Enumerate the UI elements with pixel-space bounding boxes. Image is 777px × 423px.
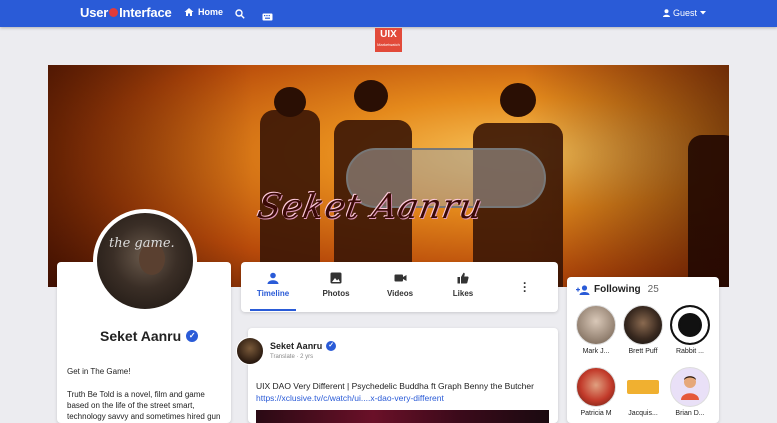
top-navbar: User Interface Home Guest — [0, 0, 777, 27]
following-item[interactable]: Rabbit ... — [669, 305, 711, 355]
tab-label: Photos — [322, 289, 350, 298]
follower-avatar — [670, 305, 710, 345]
avatar-caption: the game. — [109, 236, 175, 251]
profile-tagline: Get in The Game! — [67, 367, 131, 376]
nav-home-link[interactable]: Home — [184, 7, 223, 17]
tab-timeline[interactable]: Timeline — [241, 272, 305, 298]
more-options-icon[interactable]: · · · — [523, 277, 527, 297]
user-plus-icon — [576, 284, 590, 295]
tab-likes[interactable]: Likes — [431, 272, 495, 298]
follower-name: Brian D... — [675, 410, 705, 417]
post-meta: Translate · 2 yrs — [270, 354, 313, 360]
verified-badge-icon: ✓ — [326, 341, 337, 351]
tab-label: Videos — [386, 289, 414, 298]
follower-avatar — [576, 305, 616, 345]
follower-avatar — [623, 305, 663, 345]
person-icon — [267, 272, 279, 284]
follower-logo-icon — [627, 380, 659, 394]
post-time: 2 yrs — [300, 354, 314, 360]
logo-title: UIX — [380, 29, 397, 40]
profile-bio: Truth Be Told is a novel, film and game … — [67, 390, 221, 421]
nav-home-label: Home — [198, 7, 224, 17]
post-media-thumbnail[interactable] — [256, 410, 549, 423]
post-link[interactable]: https://xclusive.tv/c/watch/ui....x-dao-… — [256, 393, 444, 403]
video-icon — [394, 274, 406, 282]
follower-avatar — [576, 367, 616, 407]
active-tab-indicator — [250, 309, 296, 311]
follower-name: Patricia M — [580, 410, 612, 417]
guest-label: Guest — [673, 8, 698, 18]
cover-title: Seket Aanru — [254, 187, 487, 227]
tab-videos[interactable]: Videos — [368, 272, 432, 298]
verified-badge-icon: ✓ — [186, 330, 199, 342]
follower-avatar — [623, 367, 663, 407]
post-author-avatar[interactable] — [236, 337, 264, 365]
person-illustration-icon — [681, 376, 699, 400]
profile-name-text: Seket Aanru — [100, 328, 182, 344]
following-title: Following — [594, 284, 641, 295]
home-icon — [184, 8, 194, 16]
brand-part2: Interface — [119, 5, 172, 20]
following-count: 25 — [647, 284, 659, 295]
profile-name: Seket Aanru ✓ — [100, 328, 199, 344]
guest-menu[interactable]: Guest — [663, 8, 707, 18]
profile-avatar[interactable]: the game. — [93, 209, 197, 313]
user-icon — [663, 9, 670, 17]
thumbs-up-icon — [457, 272, 469, 284]
brand-logo[interactable]: User Interface — [80, 5, 172, 20]
following-item[interactable]: Mark J... — [575, 305, 617, 355]
following-item[interactable]: Brett Puff — [622, 305, 664, 355]
following-item[interactable]: Patricia M — [575, 367, 617, 417]
translate-link[interactable]: Translate — [270, 354, 295, 360]
image-icon — [330, 272, 342, 284]
tab-label: Likes — [452, 289, 474, 298]
keyboard-icon[interactable] — [262, 8, 273, 26]
post-author[interactable]: Seket Aanru ✓ — [270, 341, 337, 351]
following-header[interactable]: Following 25 — [576, 284, 659, 295]
follower-name: Rabbit ... — [675, 348, 704, 355]
follower-name: Mark J... — [582, 348, 610, 355]
brand-dot-icon — [109, 8, 119, 18]
follower-name: Brett Puff — [628, 348, 658, 355]
chevron-down-icon — [700, 11, 707, 15]
tab-photos[interactable]: Photos — [304, 272, 368, 298]
following-item[interactable]: Jacquis... — [622, 367, 664, 417]
following-item[interactable]: Brian D... — [669, 367, 711, 417]
brand-part1: User — [80, 5, 109, 20]
search-icon[interactable] — [235, 6, 245, 24]
follower-avatar — [670, 367, 710, 407]
post-text: UIX DAO Very Different | Psychedelic Bud… — [256, 381, 534, 391]
logo-subtitle: Marketwatch — [377, 42, 400, 47]
follower-name: Jacquis... — [628, 410, 658, 417]
post-author-name: Seket Aanru — [270, 341, 323, 351]
tab-label: Timeline — [256, 289, 290, 298]
uix-logo[interactable]: UIX Marketwatch — [375, 28, 402, 52]
